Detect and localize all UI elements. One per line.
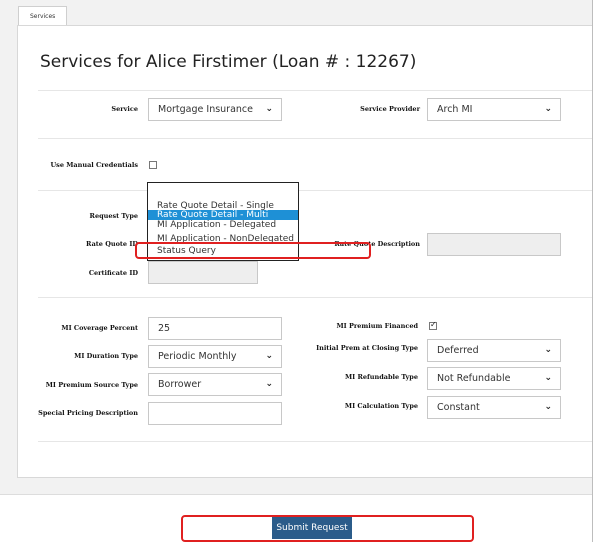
request-type-option[interactable]: MI Application - Delegated: [148, 220, 298, 230]
page-title: Services for Alice Firstimer (Loan # : 1…: [40, 52, 417, 72]
mi-premium-financed-label: MI Premium Financed: [336, 322, 418, 330]
mi-refundable-type-label: MI Refundable Type: [344, 373, 418, 381]
divider: [38, 138, 593, 139]
mi-calculation-type-select[interactable]: Constant ⌄: [427, 396, 561, 419]
service-select[interactable]: Mortgage Insurance ⌄: [148, 98, 282, 121]
divider: [38, 297, 593, 298]
mi-duration-type-value: Periodic Monthly: [158, 351, 237, 362]
initial-prem-closing-type-label: Initial Prem at Closing Type: [316, 344, 418, 352]
divider: [38, 90, 593, 91]
service-value: Mortgage Insurance: [158, 104, 253, 115]
mi-refundable-type-select[interactable]: Not Refundable ⌄: [427, 367, 561, 390]
status-query-highlight-box: [135, 242, 371, 259]
initial-prem-closing-type-value: Deferred: [437, 345, 479, 356]
initial-prem-closing-type-select[interactable]: Deferred ⌄: [427, 339, 561, 362]
use-manual-credentials-label: Use Manual Credentials: [50, 161, 138, 169]
mi-coverage-percent-input[interactable]: 25: [148, 317, 282, 340]
service-label: Service: [111, 105, 138, 113]
mi-premium-source-type-value: Borrower: [158, 379, 202, 390]
special-pricing-description-label: Special Pricing Description: [38, 409, 138, 417]
special-pricing-description-input[interactable]: [148, 402, 282, 425]
chevron-down-icon: ⌄: [544, 373, 552, 383]
submit-request-button[interactable]: Submit Request: [272, 517, 352, 539]
window: Services Services for Alice Firstimer (L…: [0, 0, 593, 542]
certificate-id-input[interactable]: [148, 261, 258, 284]
chevron-down-icon: ⌄: [265, 351, 273, 361]
divider: [38, 190, 593, 191]
mi-premium-financed-checkbox[interactable]: [429, 320, 437, 330]
mi-premium-source-type-label: MI Premium Source Type: [45, 381, 138, 389]
chevron-down-icon: ⌄: [544, 402, 552, 412]
tab-services[interactable]: Services: [18, 6, 68, 26]
mi-premium-source-type-select[interactable]: Borrower ⌄: [148, 373, 282, 396]
mi-calculation-type-label: MI Calculation Type: [344, 402, 418, 410]
tab-strip: Services: [14, 0, 593, 26]
divider: [38, 441, 593, 442]
mi-duration-type-select[interactable]: Periodic Monthly ⌄: [148, 345, 282, 368]
request-type-label: Request Type: [89, 212, 138, 220]
chevron-down-icon: ⌄: [265, 104, 273, 114]
mi-coverage-percent-label: MI Coverage Percent: [61, 324, 138, 332]
chevron-down-icon: ⌄: [544, 104, 552, 114]
mi-calculation-type-value: Constant: [437, 402, 480, 413]
service-provider-label: Service Provider: [360, 105, 420, 113]
certificate-id-label: Certificate ID: [88, 269, 138, 277]
service-provider-select[interactable]: Arch MI ⌄: [427, 98, 561, 121]
chevron-down-icon: ⌄: [265, 379, 273, 389]
service-provider-value: Arch MI: [437, 104, 473, 115]
use-manual-credentials-checkbox[interactable]: [149, 161, 157, 169]
chevron-down-icon: ⌄: [544, 345, 552, 355]
mi-refundable-type-value: Not Refundable: [437, 373, 511, 384]
mi-duration-type-label: MI Duration Type: [74, 352, 138, 360]
rate-quote-id-label: Rate Quote ID: [86, 240, 138, 248]
rate-quote-description-input[interactable]: [427, 233, 561, 256]
request-type-option-highlighted[interactable]: Rate Quote Detail - Multi: [148, 210, 298, 220]
